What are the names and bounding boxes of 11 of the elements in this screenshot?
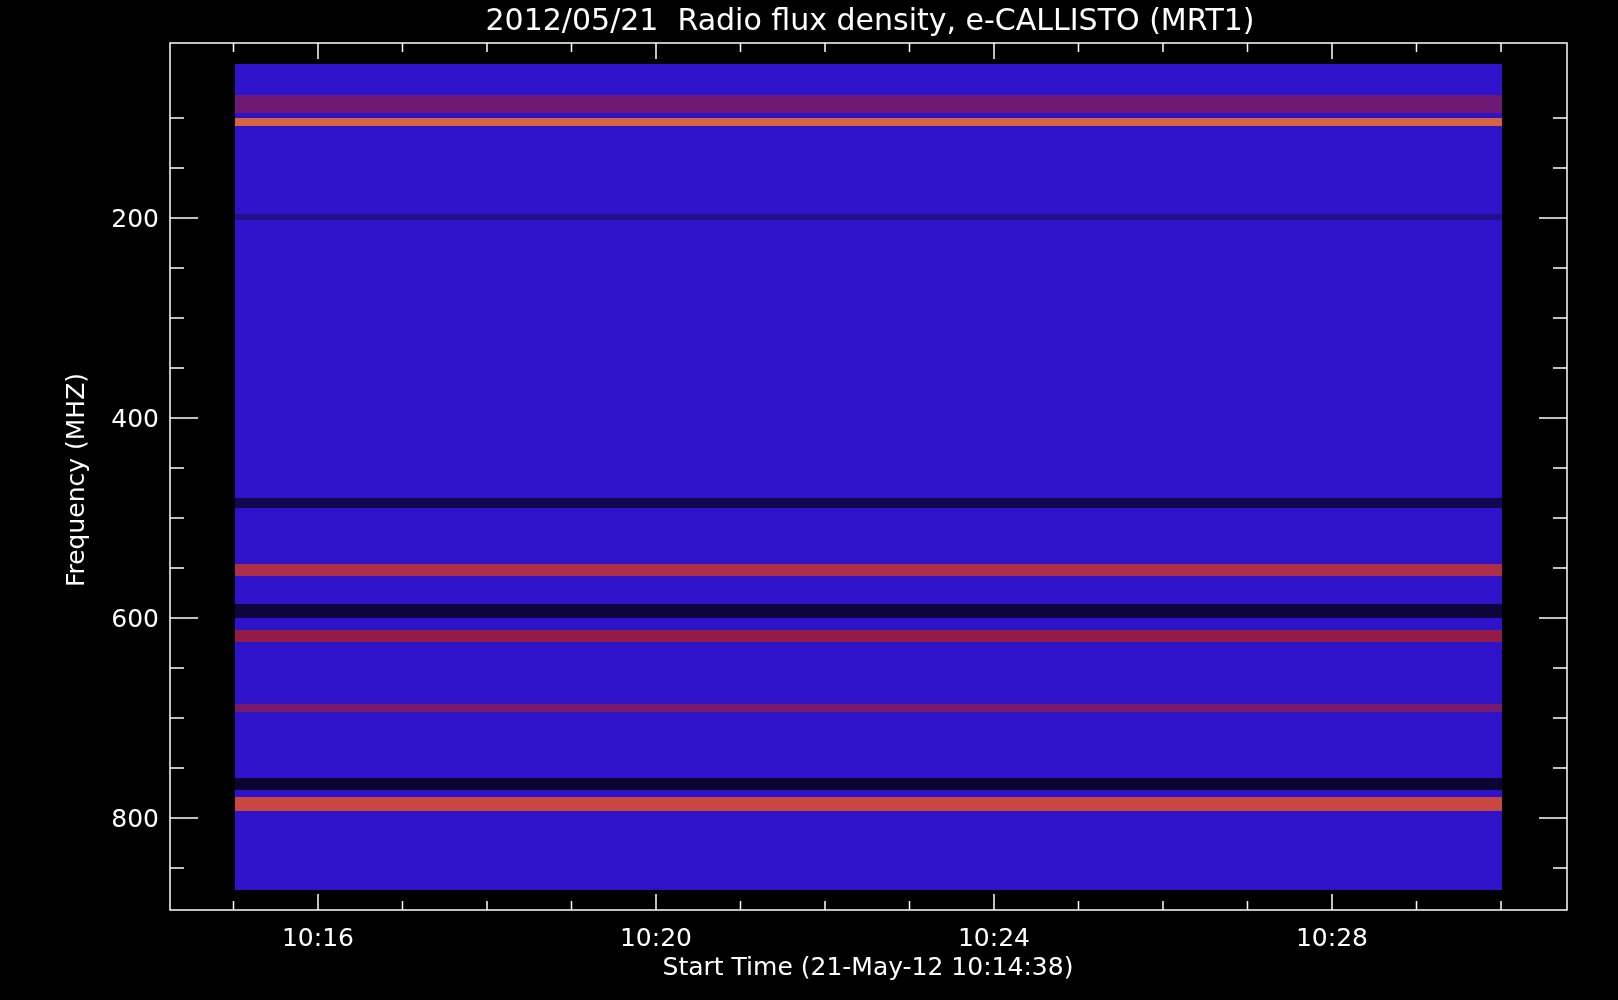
y-tick-label: 600 [111,604,159,633]
y-axis-label: Frequency (MHZ) [61,372,90,588]
y-tick-label: 200 [111,204,159,233]
chart-title: 2012/05/21 Radio flux density, e-CALLISTO (MRT1) [485,2,1255,37]
x-tick-label: 10:24 [958,923,1030,952]
x-tick-label: 10:16 [282,923,354,952]
y-tick-label: 400 [111,404,159,433]
x-axis-label: Start Time (21-May-12 10:14:38) [662,952,1074,981]
y-tick-label: 800 [111,804,159,833]
x-tick-label: 10:28 [1296,923,1368,952]
x-tick-label: 10:20 [620,923,692,952]
